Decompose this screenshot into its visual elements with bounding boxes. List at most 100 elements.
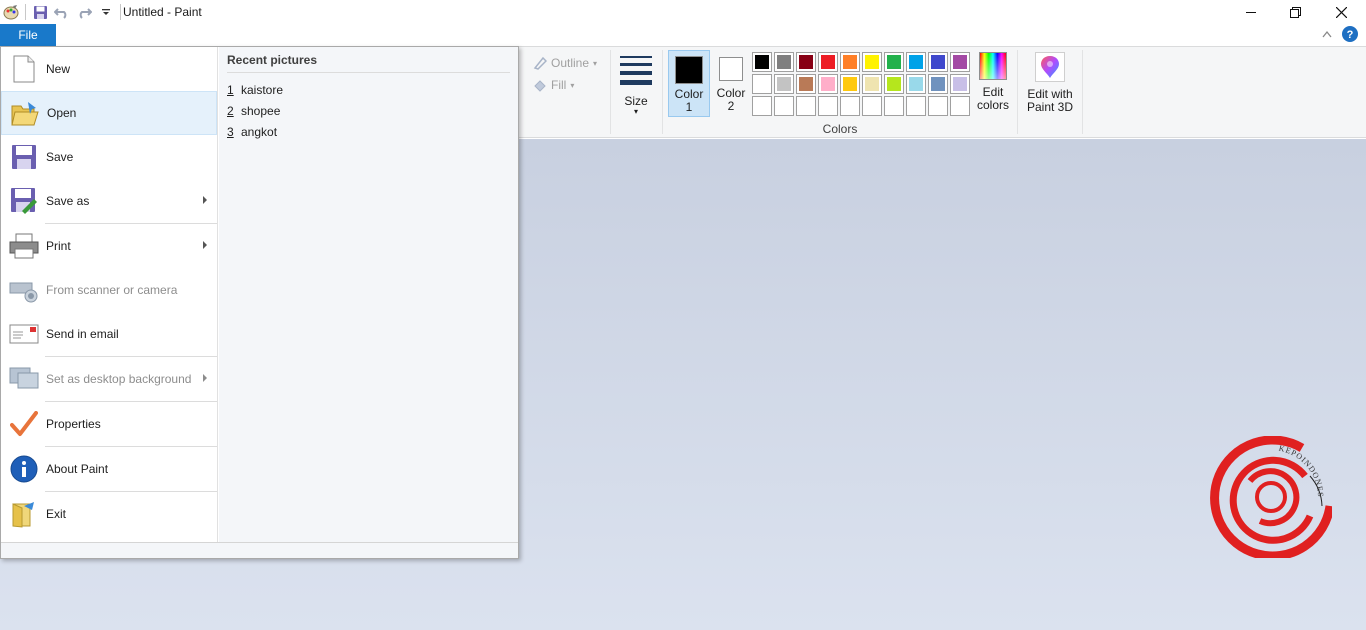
menu-item-send-email[interactable]: Send in email xyxy=(1,312,217,356)
palette-empty-swatch[interactable] xyxy=(774,96,794,116)
file-tab[interactable]: File xyxy=(0,24,56,46)
palette-empty-swatch[interactable] xyxy=(906,96,926,116)
palette-color-swatch[interactable] xyxy=(818,74,838,94)
recent-item-number: 3 xyxy=(227,124,234,139)
swatch-fill xyxy=(843,55,857,69)
palette-color-swatch[interactable] xyxy=(884,52,904,72)
recent-pictures-title: Recent pictures xyxy=(227,53,510,73)
palette-color-swatch[interactable] xyxy=(796,52,816,72)
palette-color-swatch[interactable] xyxy=(950,52,970,72)
minimize-ribbon-icon[interactable] xyxy=(1322,30,1332,38)
edit-with-paint3d-button[interactable]: Edit with Paint 3D xyxy=(1022,52,1078,114)
palette-color-swatch[interactable] xyxy=(774,52,794,72)
swatch-fill xyxy=(865,77,879,91)
palette-color-swatch[interactable] xyxy=(950,74,970,94)
svg-text:?: ? xyxy=(1347,29,1354,41)
palette-color-swatch[interactable] xyxy=(818,52,838,72)
ribbon-divider xyxy=(662,50,663,134)
menu-item-open[interactable]: Open xyxy=(1,91,217,135)
customize-dropdown-icon[interactable] xyxy=(95,1,117,23)
minimize-button[interactable] xyxy=(1228,0,1274,24)
recent-item[interactable]: 1 kaistore xyxy=(219,79,518,100)
swatch-fill xyxy=(777,55,791,69)
palette-color-swatch[interactable] xyxy=(840,74,860,94)
recent-pictures-panel: Recent pictures 1 kaistore 2 shopee 3 an… xyxy=(219,47,518,542)
palette-color-swatch[interactable] xyxy=(862,52,882,72)
palette-empty-swatch[interactable] xyxy=(840,96,860,116)
menu-item-about[interactable]: About Paint xyxy=(1,447,217,491)
save-as-icon xyxy=(9,186,39,216)
menu-item-new[interactable]: New xyxy=(1,47,217,91)
swatch-fill xyxy=(843,99,857,113)
color2-button[interactable]: Color 2 xyxy=(712,50,750,117)
shape-options-group: Outline ▾ Fill ▾ xyxy=(519,52,609,122)
menu-item-save-as[interactable]: Save as xyxy=(1,179,217,223)
email-icon xyxy=(9,319,39,349)
recent-item-name: angkot xyxy=(241,124,278,139)
redo-icon[interactable] xyxy=(73,1,95,23)
window-title: Untitled - Paint xyxy=(123,5,202,19)
menu-item-print[interactable]: Print xyxy=(1,224,217,268)
palette-color-swatch[interactable] xyxy=(774,74,794,94)
menu-item-save[interactable]: Save xyxy=(1,135,217,179)
info-icon xyxy=(9,454,39,484)
save-icon[interactable] xyxy=(29,1,51,23)
outline-label: Outline xyxy=(551,56,590,70)
outline-button[interactable]: Outline ▾ xyxy=(519,52,609,74)
desktop-icon xyxy=(9,364,39,394)
palette-color-swatch[interactable] xyxy=(752,74,772,94)
palette-color-swatch[interactable] xyxy=(796,74,816,94)
paint3d-label: Edit with Paint 3D xyxy=(1026,87,1074,114)
undo-icon[interactable] xyxy=(51,1,73,23)
fill-button[interactable]: Fill ▾ xyxy=(519,74,609,96)
palette-color-swatch[interactable] xyxy=(840,52,860,72)
palette-empty-swatch[interactable] xyxy=(950,96,970,116)
menu-item-label: Save xyxy=(46,150,74,164)
palette-empty-swatch[interactable] xyxy=(796,96,816,116)
palette-color-swatch[interactable] xyxy=(862,74,882,94)
palette-empty-swatch[interactable] xyxy=(818,96,838,116)
palette-empty-swatch[interactable] xyxy=(884,96,904,116)
palette-empty-swatch[interactable] xyxy=(752,96,772,116)
swatch-fill xyxy=(931,77,945,91)
edit-colors-button[interactable]: Edit colors xyxy=(975,52,1011,112)
recent-item[interactable]: 2 shopee xyxy=(219,100,518,121)
color1-button[interactable]: Color 1 xyxy=(668,50,710,117)
color2-swatch xyxy=(719,57,743,81)
file-menu-commands: New Open Save Save as Print From scanner… xyxy=(1,47,218,542)
color1-label: Color 1 xyxy=(674,87,704,114)
swatch-fill xyxy=(909,99,923,113)
palette-empty-swatch[interactable] xyxy=(862,96,882,116)
close-button[interactable] xyxy=(1318,0,1364,24)
fill-dropdown-icon: ▾ xyxy=(570,80,575,90)
fill-icon xyxy=(534,80,546,92)
kepoindonesia-watermark-logo: KEPOINDONESIA xyxy=(1207,429,1335,561)
menu-item-label: Send in email xyxy=(46,327,119,341)
menu-item-properties[interactable]: Properties xyxy=(1,402,217,446)
recent-item[interactable]: 3 angkot xyxy=(219,121,518,142)
menu-item-from-scanner[interactable]: From scanner or camera xyxy=(1,268,217,312)
swatch-fill xyxy=(821,55,835,69)
menu-item-set-desktop-background[interactable]: Set as desktop background xyxy=(1,357,217,401)
paint-app-icon[interactable] xyxy=(0,1,22,23)
swatch-fill xyxy=(887,99,901,113)
swatch-fill xyxy=(821,77,835,91)
ribbon-help-area: ? xyxy=(1322,26,1358,42)
maximize-button[interactable] xyxy=(1272,0,1318,24)
printer-icon xyxy=(9,231,39,261)
recent-item-number: 1 xyxy=(227,82,234,97)
menu-item-exit[interactable]: Exit xyxy=(1,492,217,536)
palette-color-swatch[interactable] xyxy=(752,52,772,72)
swatch-fill xyxy=(755,99,769,113)
size-label: Size xyxy=(624,94,648,108)
palette-color-swatch[interactable] xyxy=(928,52,948,72)
palette-color-swatch[interactable] xyxy=(906,52,926,72)
submenu-arrow-icon xyxy=(203,374,207,382)
palette-color-swatch[interactable] xyxy=(906,74,926,94)
palette-color-swatch[interactable] xyxy=(884,74,904,94)
palette-empty-swatch[interactable] xyxy=(928,96,948,116)
size-button[interactable]: Size ▾ xyxy=(615,50,657,120)
palette-color-swatch[interactable] xyxy=(928,74,948,94)
help-icon[interactable]: ? xyxy=(1342,26,1358,42)
size-dropdown-icon: ▾ xyxy=(633,107,638,116)
